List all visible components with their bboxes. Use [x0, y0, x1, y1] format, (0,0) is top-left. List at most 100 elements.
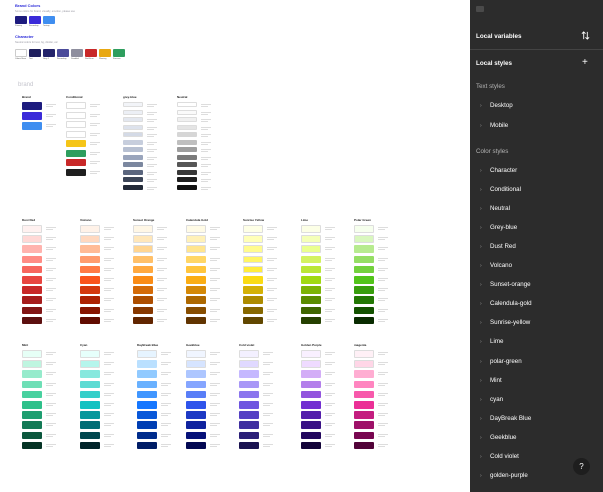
color-chip [301, 296, 321, 305]
color-chip [354, 235, 374, 243]
color-token-hex [104, 280, 111, 281]
color-token-name [378, 433, 388, 435]
color-token-hex [147, 166, 154, 167]
color-chip [186, 265, 206, 274]
color-token-name [201, 111, 211, 113]
color-chip [22, 411, 42, 419]
color-token-name [378, 392, 388, 394]
color-chip [301, 401, 321, 409]
color-token-hex [378, 310, 385, 312]
color-token-name [325, 318, 335, 320]
color-token-name [157, 237, 167, 239]
color-token-hex [201, 128, 208, 130]
color-style-group-1[interactable]: › Conditional [470, 185, 603, 197]
color-token-name [201, 156, 211, 158]
color-style-group-11[interactable]: › Mint [470, 376, 603, 388]
color-style-group-10[interactable]: › polar-green [470, 357, 603, 369]
color-token-hex [147, 173, 154, 175]
color-token-name [104, 392, 114, 394]
color-token-name [157, 257, 167, 259]
color-chip [22, 380, 42, 389]
color-chip [354, 421, 374, 430]
color-token-hex [104, 415, 111, 417]
help-button[interactable]: ? [573, 458, 590, 475]
chevron-right-icon[interactable]: › [480, 103, 482, 109]
chevron-right-icon[interactable]: › [480, 378, 482, 384]
chevron-right-icon[interactable]: › [480, 301, 482, 307]
chevron-right-icon[interactable]: › [480, 225, 482, 231]
design-canvas[interactable]: Brand Colors Some colors for brand, visu… [0, 0, 468, 492]
color-token-hex [325, 384, 332, 386]
color-token-name [104, 443, 114, 445]
color-token-name [210, 288, 220, 290]
color-token-hex [147, 188, 154, 190]
color-style-group-12[interactable]: › cyan [470, 395, 603, 407]
chevron-right-icon[interactable]: › [480, 187, 482, 193]
text-style-group-1[interactable]: › Mobile [470, 121, 603, 133]
color-style-group-0[interactable]: › Character [470, 166, 603, 178]
add-style-icon[interactable]: + [582, 57, 588, 68]
color-style-group-8[interactable]: › Sunrise-yellow [470, 318, 603, 330]
color-token-name [210, 308, 220, 310]
color-chip [239, 411, 259, 419]
color-style-group-3[interactable]: › Grey-blue [470, 223, 603, 235]
color-style-group-9[interactable]: › Lime [470, 337, 603, 349]
color-token-name [378, 278, 388, 279]
color-token-name [46, 372, 56, 374]
color-chip [354, 225, 374, 233]
color-token-name [263, 433, 273, 435]
color-style-group-5[interactable]: › Volcano [470, 261, 603, 273]
color-style-group-13[interactable]: › DayBreak Blue [470, 414, 603, 426]
color-token-hex [161, 364, 168, 366]
color-token-hex [201, 173, 208, 175]
color-style-group-4[interactable]: › Dust Red [470, 242, 603, 254]
chevron-right-icon[interactable]: › [480, 263, 482, 269]
color-token-hex [161, 445, 168, 447]
chevron-right-icon[interactable]: › [480, 473, 482, 479]
color-token-hex [325, 239, 332, 241]
color-token-name [325, 372, 335, 374]
chevron-right-icon[interactable]: › [480, 435, 482, 441]
chevron-right-icon[interactable]: › [480, 339, 482, 345]
chevron-right-icon[interactable]: › [480, 359, 482, 365]
color-chip [301, 265, 321, 274]
color-token-hex [46, 394, 53, 396]
text-style-group-0[interactable]: › Desktop [470, 101, 603, 113]
chevron-right-icon[interactable]: › [480, 416, 482, 422]
color-token-hex [46, 249, 53, 251]
color-chip [186, 441, 206, 450]
brand-colors-subtitle: Some colors for brand, visually, emotion… [15, 10, 75, 13]
color-token-hex [325, 394, 332, 396]
color-token-name [267, 298, 277, 300]
local-variables-label[interactable]: Local variables [476, 33, 522, 40]
color-chip [22, 421, 42, 430]
chevron-right-icon[interactable]: › [480, 320, 482, 326]
color-chip [301, 350, 321, 358]
color-chip [137, 401, 157, 409]
color-style-group-14[interactable]: › Geekblue [470, 433, 603, 445]
color-token-name [46, 227, 56, 228]
chevron-right-icon[interactable]: › [480, 244, 482, 250]
brand-frame-label: brand [18, 82, 34, 88]
color-chip [137, 370, 157, 379]
color-chip [177, 102, 197, 107]
color-chip [177, 117, 197, 122]
color-style-group-7[interactable]: › Calendula-gold [470, 299, 603, 311]
chevron-right-icon[interactable]: › [480, 397, 482, 403]
color-token-hex [378, 374, 385, 376]
chevron-right-icon[interactable]: › [480, 454, 482, 460]
color-token-name [104, 362, 114, 364]
chevron-right-icon[interactable]: › [480, 168, 482, 174]
color-chip [177, 169, 197, 175]
chevron-right-icon[interactable]: › [480, 282, 482, 288]
color-style-group-6[interactable]: › Sunset-orange [470, 280, 603, 292]
color-token-name [325, 237, 335, 239]
color-chip [243, 316, 263, 325]
style-group-label: Lime [490, 338, 504, 346]
chevron-right-icon[interactable]: › [480, 206, 482, 212]
color-chip [22, 235, 42, 243]
color-token-hex [46, 384, 53, 386]
chevron-right-icon[interactable]: › [480, 123, 482, 129]
color-style-group-2[interactable]: › Neutral [470, 204, 603, 216]
variables-settings-icon[interactable] [581, 31, 590, 42]
